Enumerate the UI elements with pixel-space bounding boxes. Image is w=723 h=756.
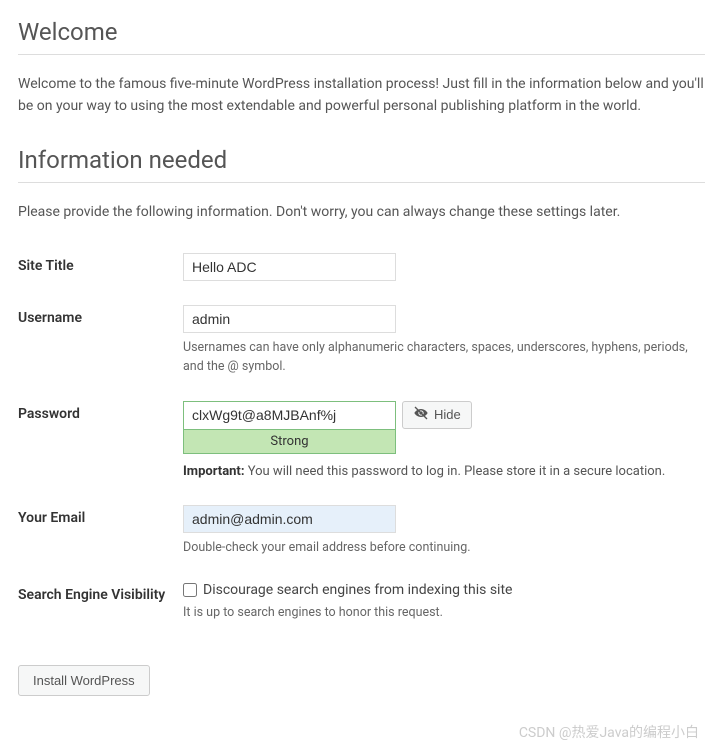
site-title-input[interactable] bbox=[183, 253, 396, 281]
visibility-checkbox-label: Discourage search engines from indexing … bbox=[203, 582, 512, 598]
visibility-hint: It is up to search engines to honor this… bbox=[183, 604, 705, 623]
password-label: Password bbox=[18, 401, 183, 422]
visibility-checkbox[interactable] bbox=[183, 583, 197, 597]
username-hint: Usernames can have only alphanumeric cha… bbox=[183, 339, 705, 377]
welcome-intro: Welcome to the famous five-minute WordPr… bbox=[18, 73, 705, 118]
info-desc: Please provide the following information… bbox=[18, 201, 705, 223]
username-label: Username bbox=[18, 305, 183, 326]
watermark: CSDN @热爱Java的编程小白 bbox=[519, 722, 699, 742]
hide-password-button[interactable]: Hide bbox=[402, 401, 472, 429]
username-input[interactable] bbox=[183, 305, 396, 333]
password-input[interactable] bbox=[183, 401, 396, 429]
email-input[interactable] bbox=[183, 505, 396, 533]
welcome-heading: Welcome bbox=[18, 18, 705, 55]
site-title-label: Site Title bbox=[18, 253, 183, 274]
eye-slash-icon bbox=[413, 405, 429, 424]
email-hint: Double-check your email address before c… bbox=[183, 539, 705, 558]
password-strength: Strong bbox=[183, 429, 396, 454]
password-important: Important: You will need this password t… bbox=[183, 462, 705, 482]
visibility-label: Search Engine Visibility bbox=[18, 582, 183, 603]
email-label: Your Email bbox=[18, 505, 183, 526]
install-wordpress-button[interactable]: Install WordPress bbox=[18, 665, 150, 696]
hide-button-label: Hide bbox=[434, 407, 461, 422]
info-needed-heading: Information needed bbox=[18, 146, 705, 183]
